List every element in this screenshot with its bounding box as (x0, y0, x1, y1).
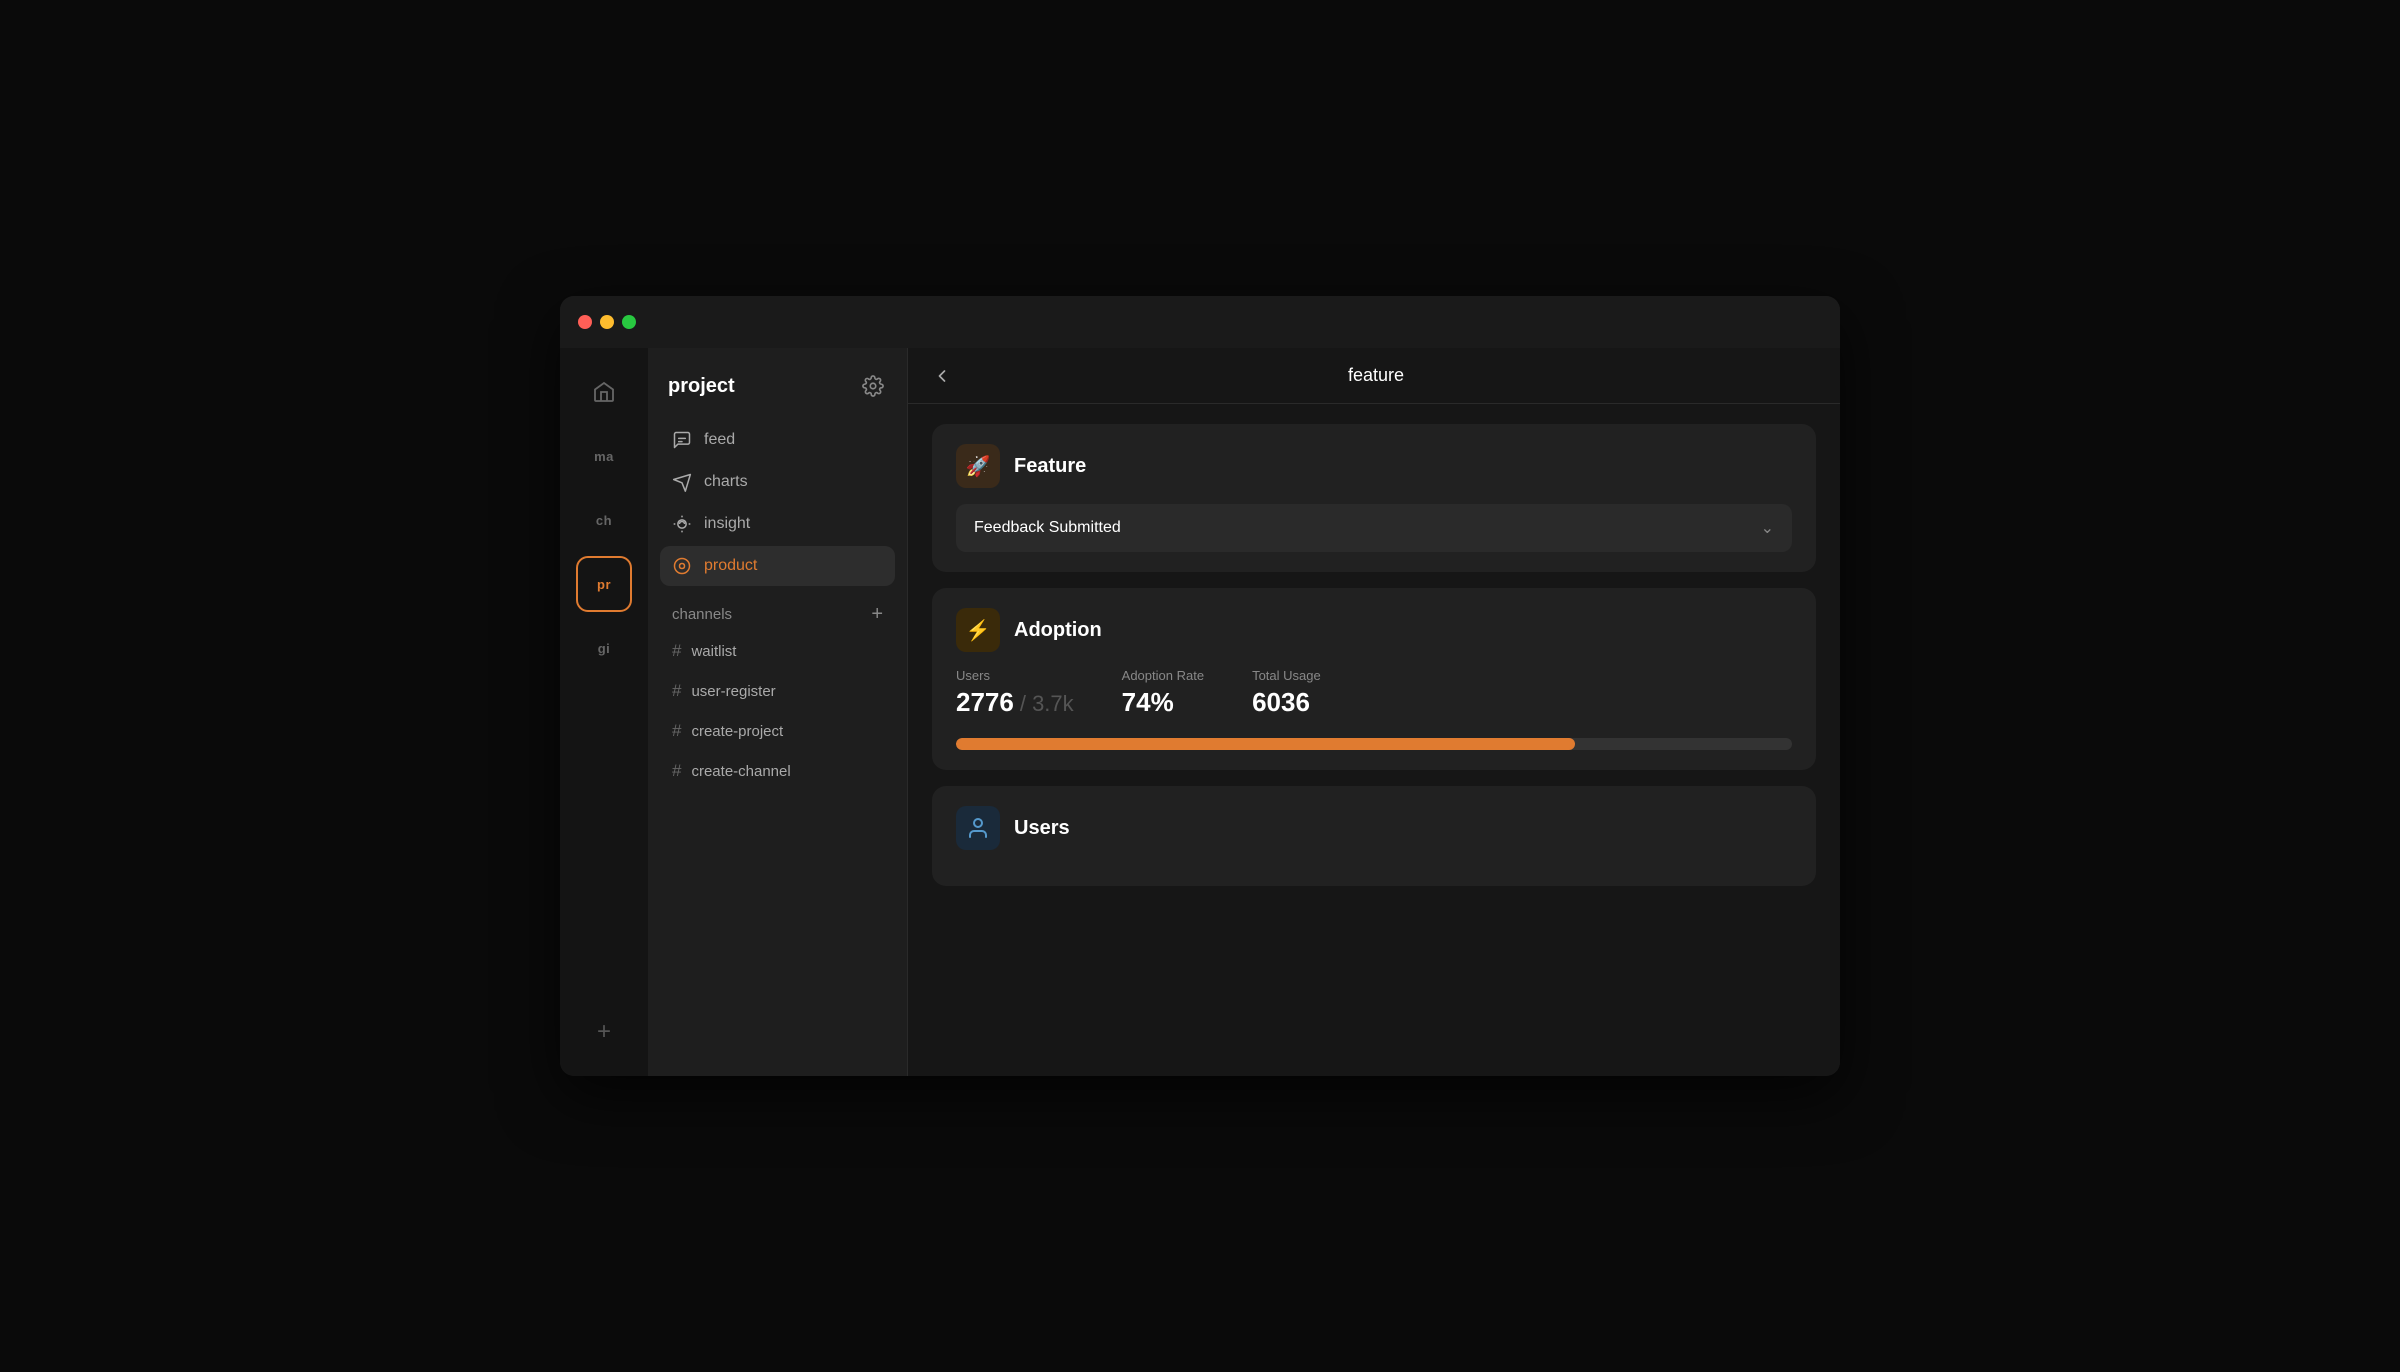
users-stat: Users 2776 / 3.7k (956, 668, 1074, 718)
users-card-header: Users (956, 806, 1792, 850)
users-card: Users (932, 786, 1816, 886)
sidebar-item-home[interactable] (576, 364, 632, 420)
nav-item-feed[interactable]: feed (660, 420, 895, 460)
users-icon (956, 806, 1000, 850)
gi-label: gi (598, 641, 611, 656)
total-usage-label: Total Usage (1252, 668, 1321, 683)
insight-icon (672, 514, 692, 534)
main-scroll-area[interactable]: 🚀 Feature Feedback Submitted ⌄ ⚡ (908, 404, 1840, 1076)
main-header-title: feature (968, 365, 1784, 386)
hash-icon: # (672, 721, 681, 741)
product-label: product (704, 557, 757, 575)
users-secondary: / 3.7k (1020, 691, 1074, 717)
sidebar-item-ma[interactable]: ma (576, 428, 632, 484)
feedback-row[interactable]: Feedback Submitted ⌄ (956, 504, 1792, 552)
gear-icon (862, 375, 884, 397)
app-window: ma ch pr gi + project (560, 296, 1840, 1076)
back-icon (932, 366, 952, 386)
adoption-progress-fill (956, 738, 1575, 750)
feature-card: 🚀 Feature Feedback Submitted ⌄ (932, 424, 1816, 572)
nav-header: project (660, 364, 895, 420)
maximize-button[interactable] (622, 315, 636, 329)
nav-title: project (668, 375, 735, 398)
adoption-icon: ⚡ (956, 608, 1000, 652)
close-button[interactable] (578, 315, 592, 329)
sidebar-item-pr[interactable]: pr (576, 556, 632, 612)
settings-button[interactable] (859, 372, 887, 400)
channels-label: channels (672, 606, 732, 623)
channel-label: waitlist (691, 643, 736, 660)
charts-label: charts (704, 473, 748, 491)
feature-card-title: Feature (1014, 455, 1086, 478)
feedback-label: Feedback Submitted (974, 519, 1121, 537)
chevron-down-icon: ⌄ (1761, 518, 1774, 538)
titlebar (560, 296, 1840, 348)
sidebar-item-gi[interactable]: gi (576, 620, 632, 676)
product-icon (672, 556, 692, 576)
adoption-rate-value: 74% (1122, 687, 1204, 718)
channel-label: user-register (691, 683, 775, 700)
adoption-card: ⚡ Adoption Users 2776 / 3.7k (932, 588, 1816, 770)
home-icon (592, 380, 616, 404)
channel-label: create-channel (691, 763, 790, 780)
nav-item-charts[interactable]: charts (660, 462, 895, 502)
insight-label: insight (704, 515, 750, 533)
channels-header: channels + (660, 588, 895, 632)
adoption-card-header: ⚡ Adoption (956, 608, 1792, 652)
ch-label: ch (596, 513, 612, 528)
users-value: 2776 / 3.7k (956, 687, 1074, 718)
hash-icon: # (672, 761, 681, 781)
nav-item-insight[interactable]: insight (660, 504, 895, 544)
users-svg-icon (966, 816, 990, 840)
adoption-card-title: Adoption (1014, 619, 1102, 642)
icon-sidebar: ma ch pr gi + (560, 348, 648, 1076)
channel-item-create-project[interactable]: # create-project (660, 712, 895, 750)
hash-icon: # (672, 681, 681, 701)
back-button[interactable] (932, 366, 952, 386)
main-header: feature (908, 348, 1840, 404)
ma-label: ma (594, 449, 614, 464)
adoption-progress-bar (956, 738, 1792, 750)
total-usage-value: 6036 (1252, 687, 1321, 718)
feed-icon (672, 430, 692, 450)
channel-label: create-project (691, 723, 783, 740)
app-body: ma ch pr gi + project (560, 348, 1840, 1076)
channels-add-button[interactable]: + (871, 604, 883, 624)
channel-item-user-register[interactable]: # user-register (660, 672, 895, 710)
sidebar-item-ch[interactable]: ch (576, 492, 632, 548)
users-card-title: Users (1014, 817, 1070, 840)
feature-card-header: 🚀 Feature (956, 444, 1792, 488)
adoption-rate-stat: Adoption Rate 74% (1122, 668, 1204, 718)
pr-label: pr (597, 577, 611, 592)
nav-item-product[interactable]: product (660, 546, 895, 586)
feature-icon: 🚀 (956, 444, 1000, 488)
channel-item-create-channel[interactable]: # create-channel (660, 752, 895, 790)
minimize-button[interactable] (600, 315, 614, 329)
nav-sidebar: project feed (648, 348, 908, 1076)
adoption-rate-label: Adoption Rate (1122, 668, 1204, 683)
users-label: Users (956, 668, 1074, 683)
main-content: feature 🚀 Feature Feedback Submitted ⌄ (908, 348, 1840, 1076)
charts-icon (672, 472, 692, 492)
channel-item-waitlist[interactable]: # waitlist (660, 632, 895, 670)
hash-icon: # (672, 641, 681, 661)
feed-label: feed (704, 431, 735, 449)
adoption-stats: Users 2776 / 3.7k Adoption Rate 74% Tota… (956, 668, 1792, 718)
users-number: 2776 (956, 687, 1014, 718)
sidebar-add-button[interactable]: + (576, 1004, 632, 1060)
total-usage-stat: Total Usage 6036 (1252, 668, 1321, 718)
